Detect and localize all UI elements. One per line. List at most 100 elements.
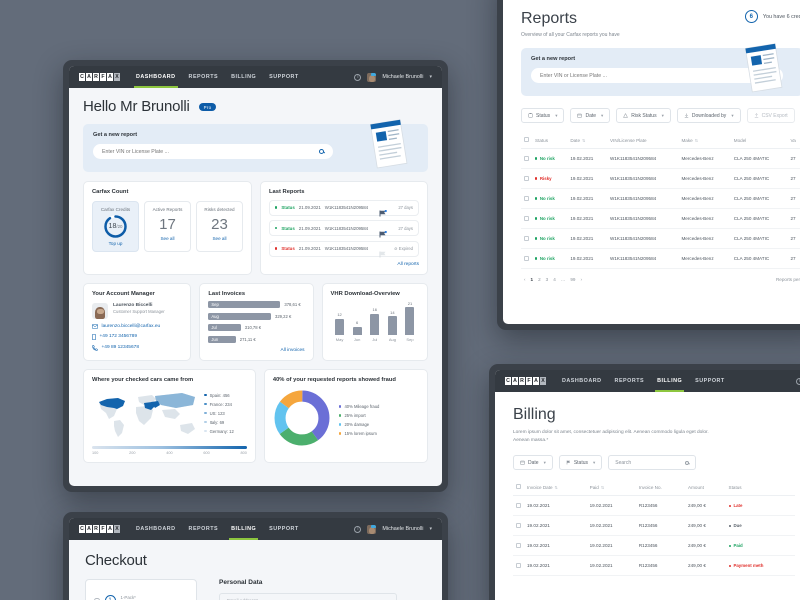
table-row[interactable]: 19.02.2021 19.02.2021 R123456 249,00 € Late <box>513 495 795 517</box>
row-checkbox-cell[interactable] <box>513 535 524 557</box>
search-icon[interactable] <box>319 149 324 154</box>
row-checkbox-cell[interactable] <box>521 228 532 249</box>
col-invoice-date[interactable]: Invoice Date ⇅ <box>524 479 587 497</box>
email-field[interactable]: Email address* <box>219 593 397 600</box>
sort-icon[interactable]: ⇅ <box>601 485 604 490</box>
invoice-row[interactable]: Jun 271,11 € <box>208 335 304 343</box>
sort-icon[interactable]: ⇅ <box>695 138 698 143</box>
search-icon[interactable] <box>684 460 690 465</box>
checkbox-icon[interactable] <box>516 484 521 490</box>
table-row[interactable]: No risk 19.02.2021 W1K1183541N209584 Merced… <box>521 188 800 209</box>
billing-search-box[interactable]: Search <box>608 455 697 471</box>
nav-billing[interactable]: BILLING <box>229 518 259 540</box>
invoice-row[interactable]: Jul 310,78 € <box>208 324 304 331</box>
tile-risks-detected[interactable]: Risks detected 23 See all <box>196 201 243 252</box>
sort-icon[interactable]: ⇅ <box>555 485 558 490</box>
table-row[interactable]: No risk 19.02.2021 W1K1183541N209584 Merced… <box>521 248 800 269</box>
page-2[interactable]: 2 <box>538 277 541 282</box>
row-checkbox-cell[interactable] <box>521 208 532 229</box>
filter-date[interactable]: Date ▾ <box>570 108 611 123</box>
tile-active-reports[interactable]: Active Reports 17 See all <box>144 201 191 252</box>
row-checkbox-cell[interactable] <box>521 188 532 209</box>
row-checkbox-cell[interactable] <box>513 555 524 577</box>
account-manager-phone[interactable]: +49 89 12345678 <box>102 345 139 350</box>
sort-icon[interactable]: ⇅ <box>582 138 585 143</box>
nav-dashboard[interactable]: DASHBOARD <box>136 518 176 540</box>
reports-per-page-label[interactable]: Reports per <box>776 277 800 282</box>
vin-search-box[interactable] <box>93 144 333 159</box>
vin-search-input[interactable] <box>540 72 769 79</box>
nav-reports[interactable]: REPORTS <box>615 370 645 392</box>
checkbox-icon[interactable] <box>524 175 529 181</box>
select-all-header[interactable] <box>513 479 524 497</box>
all-reports-link[interactable]: All reports <box>269 262 419 267</box>
table-row[interactable]: No risk 19.02.2021 W1K1183541N209584 Merced… <box>521 148 800 169</box>
billing-filter-status[interactable]: Status ▾ <box>558 455 603 471</box>
vin-search-input[interactable] <box>102 148 319 155</box>
avatar[interactable] <box>367 524 377 534</box>
filter-downloaded-by[interactable]: Downloaded by ▾ <box>676 108 741 123</box>
checkbox-icon[interactable] <box>524 215 529 221</box>
col-date[interactable]: Date ⇅ <box>567 132 608 149</box>
account-manager-mobile[interactable]: +49 172 3456789 <box>100 334 137 339</box>
last-report-row[interactable]: Status 21.09.2021 W1K1183541N209584 27 days <box>268 199 419 217</box>
checkbox-icon[interactable] <box>524 195 529 201</box>
carfax-logo[interactable]: C A R F A X <box>79 73 120 81</box>
table-row[interactable]: No risk 19.02.2021 W1K1183541N209584 Merced… <box>521 208 800 229</box>
info-icon[interactable]: i <box>354 525 362 533</box>
filter-risk-status[interactable]: Risk Status ▾ <box>616 108 671 123</box>
csv-export-button[interactable]: CSV Export <box>746 108 795 123</box>
chevron-down-icon[interactable]: ▾ <box>429 526 432 532</box>
nav-dashboard[interactable]: DASHBOARD <box>134 66 178 88</box>
checkbox-icon[interactable] <box>524 255 529 261</box>
all-invoices-link[interactable]: All invoices <box>208 348 305 353</box>
top-up-link[interactable]: Top up <box>96 241 135 246</box>
page-prev[interactable]: ‹ <box>524 277 526 282</box>
select-all-header[interactable] <box>521 132 532 149</box>
billing-filter-date[interactable]: Date ▾ <box>513 455 553 471</box>
nav-support[interactable]: SUPPORT <box>269 66 299 88</box>
row-checkbox-cell[interactable] <box>513 515 524 537</box>
page-1[interactable]: 1 <box>531 277 534 282</box>
row-checkbox-cell[interactable] <box>521 248 532 269</box>
page-next[interactable]: › <box>581 277 583 282</box>
account-manager-mobile-row[interactable]: +49 172 3456789 <box>92 333 182 340</box>
last-report-row[interactable]: Status 21.09.2021 W1K1183541N209584 ⊘ Expir… <box>268 240 419 258</box>
carfax-logo[interactable]: C A R F A X <box>79 525 120 533</box>
flag-icon-muted[interactable] <box>379 245 387 258</box>
account-manager-phone-row[interactable]: +49 89 12345678 <box>92 344 182 351</box>
see-all-link[interactable]: See all <box>200 236 239 241</box>
page-3[interactable]: 3 <box>546 277 549 282</box>
table-row[interactable]: No risk 19.02.2021 W1K1183541N209584 Merced… <box>521 228 800 249</box>
chevron-down-icon[interactable]: ▾ <box>429 74 432 80</box>
nav-user-name[interactable]: Michaele Brunolli <box>382 526 423 532</box>
see-all-link[interactable]: See all <box>148 236 187 241</box>
checkbox-icon[interactable] <box>516 522 521 528</box>
row-checkbox-cell[interactable] <box>521 148 532 169</box>
checkbox-icon[interactable] <box>524 155 529 161</box>
info-icon[interactable]: i <box>354 73 362 81</box>
nav-user-name[interactable]: Michaele Brunolli <box>382 74 423 80</box>
avatar[interactable] <box>367 72 377 82</box>
flag-icon[interactable] <box>379 204 387 217</box>
flag-icon[interactable] <box>379 225 387 237</box>
nav-reports[interactable]: REPORTS <box>189 518 219 540</box>
account-manager-email[interactable]: laurenzo.biccelli@carfax.eu <box>102 324 161 329</box>
invoice-row[interactable]: Sep 378,61 € <box>208 301 304 308</box>
checkbox-icon[interactable] <box>516 542 521 548</box>
page-99[interactable]: 99 <box>570 277 575 282</box>
table-row[interactable]: Risky 19.02.2021 W1K1183541N209584 Mercedes… <box>521 168 800 189</box>
checkbox-icon[interactable] <box>516 562 521 568</box>
invoice-row[interactable]: Aug 329,22 € <box>208 312 304 320</box>
row-checkbox-cell[interactable] <box>521 168 532 189</box>
nav-billing[interactable]: BILLING <box>231 66 256 88</box>
pack-option-card[interactable]: 1 1-Pack* for 39,99 € <box>85 579 197 600</box>
table-row[interactable]: 19.02.2021 19.02.2021 R123456 249,00 € Paid <box>513 535 795 557</box>
checkbox-icon[interactable] <box>516 502 521 508</box>
checkbox-icon[interactable] <box>524 137 529 142</box>
carfax-logo[interactable]: C A R F A X <box>505 377 546 385</box>
col-paid[interactable]: Paid ⇅ <box>586 479 636 497</box>
table-row[interactable]: 19.02.2021 19.02.2021 R123456 249,00 € Due <box>513 515 795 537</box>
nav-dashboard[interactable]: DASHBOARD <box>562 370 602 392</box>
filter-status[interactable]: Status ▾ <box>521 108 565 123</box>
